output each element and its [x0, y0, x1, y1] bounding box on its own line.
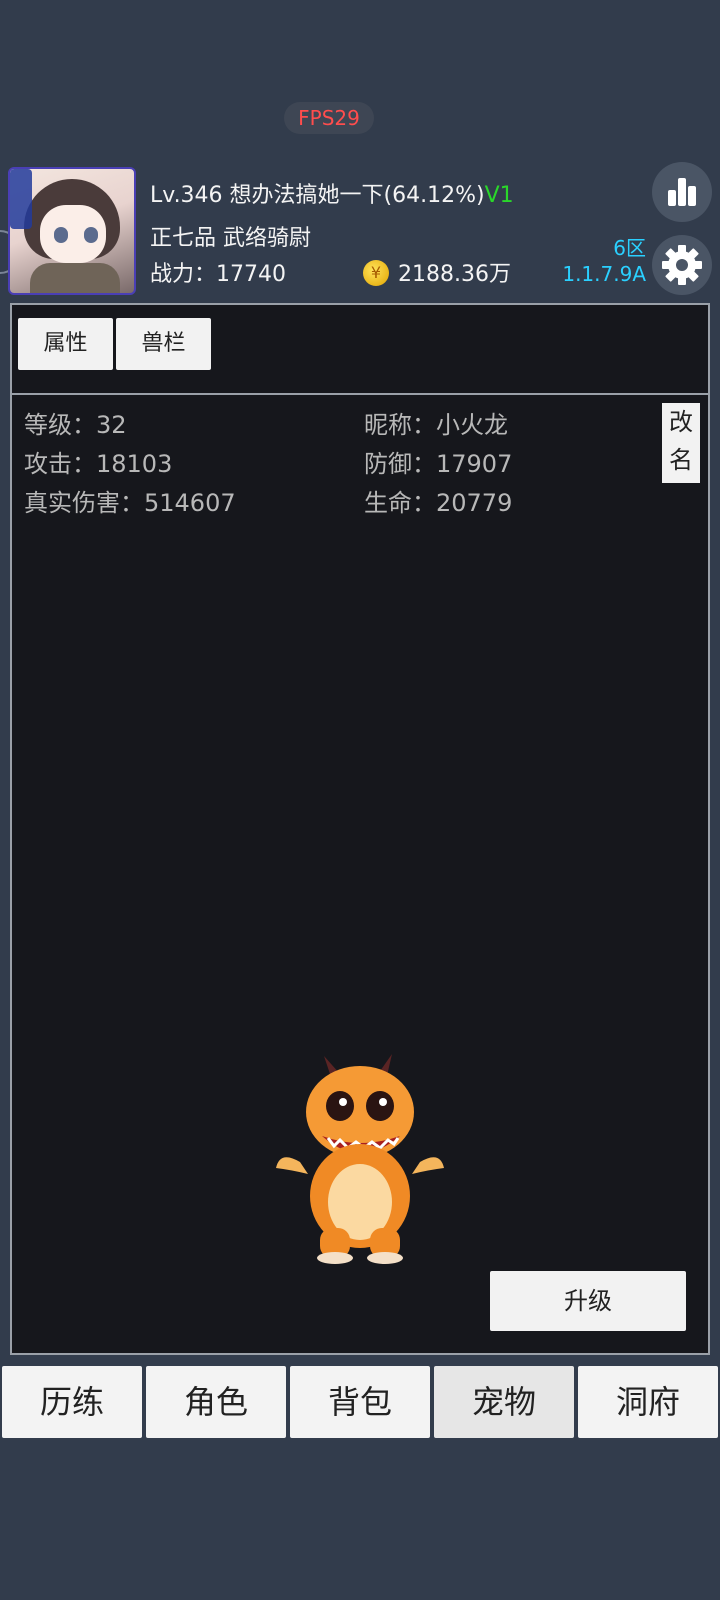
leaderboard-button[interactable]: [652, 162, 712, 222]
bar-chart-icon: [668, 178, 696, 206]
combat-power: 战力：17740: [150, 256, 286, 288]
pet-hp: 生命：20779: [364, 489, 513, 517]
player-level-name: Lv.346 想办法搞她一下(64.12%)V1: [150, 177, 514, 209]
nav-character[interactable]: 角色: [146, 1366, 286, 1438]
rename-button[interactable]: 改 名: [662, 403, 700, 483]
fps-counter: FPS29: [284, 102, 374, 134]
pet-attack: 攻击：18103: [24, 450, 173, 478]
power-label: 战力：: [150, 262, 217, 287]
pet-dragon-image: [276, 1054, 444, 1264]
avatar[interactable]: [8, 167, 136, 295]
gold-amount: 2188.36万: [398, 262, 511, 287]
gear-icon: [662, 245, 702, 285]
power-value: 17740: [216, 262, 287, 287]
nav-pet[interactable]: 宠物: [434, 1366, 574, 1438]
server-zone: 6区: [613, 236, 646, 260]
vip-badge: V1: [484, 183, 514, 208]
upgrade-button[interactable]: 升级: [490, 1271, 686, 1331]
player-rank: 正七品 武络骑尉: [150, 226, 311, 251]
gold-coin-icon: ¥: [363, 260, 389, 286]
pet-defense: 防御：17907: [364, 450, 513, 478]
level-text: Lv.346 想办法搞她一下(64.12%): [150, 183, 485, 208]
game-version: 1.1.7.9A: [562, 262, 646, 286]
nav-cave[interactable]: 洞府: [578, 1366, 718, 1438]
settings-button[interactable]: [652, 235, 712, 295]
tab-pen[interactable]: 兽栏: [116, 318, 211, 370]
rename-label-1: 改: [669, 408, 693, 436]
nav-bag[interactable]: 背包: [290, 1366, 430, 1438]
pet-nickname: 昵称：小火龙: [364, 411, 508, 439]
pet-level: 等级：32: [24, 411, 127, 439]
nav-training[interactable]: 历练: [2, 1366, 142, 1438]
pet-true-damage: 真实伤害：514607: [24, 489, 236, 517]
rename-label-2: 名: [669, 446, 693, 474]
tab-attributes[interactable]: 属性: [18, 318, 113, 370]
